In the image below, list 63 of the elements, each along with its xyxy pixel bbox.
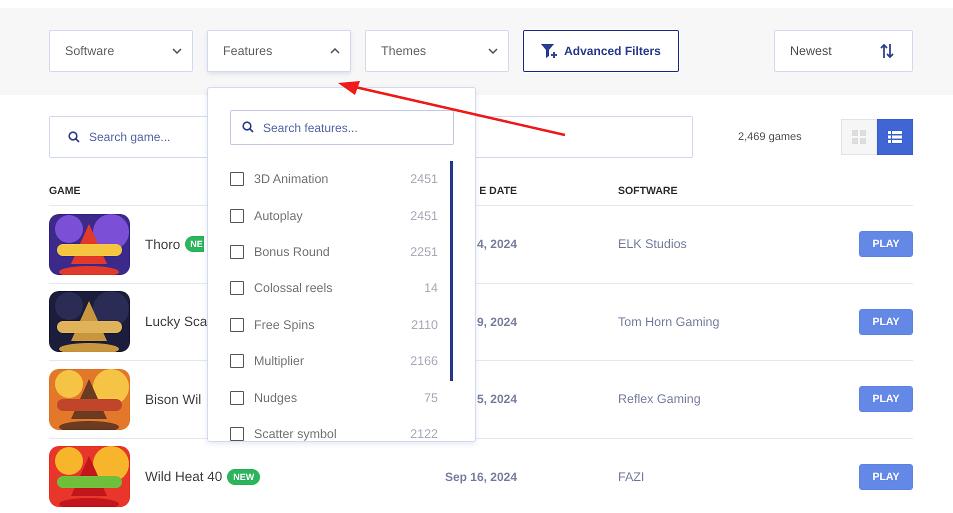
release-date: 5, 2024 — [476, 392, 517, 406]
feature-label: Colossal reels — [254, 281, 334, 296]
feature-count: 2122 — [410, 426, 438, 441]
feature-count: 2451 — [410, 172, 438, 186]
chevron-icon — [172, 48, 182, 54]
checkbox[interactable] — [230, 354, 244, 368]
list-icon — [888, 131, 902, 143]
feature-label: 3D Animation — [254, 172, 330, 186]
release-date: 4, 2024 — [476, 237, 517, 252]
feature-count: 2166 — [410, 354, 438, 368]
release-date: 9, 2024 — [476, 314, 517, 329]
feature-label: Nudges — [254, 390, 298, 405]
column-header: GAME — [49, 184, 82, 196]
column-header: SOFTWARE — [618, 184, 678, 196]
checkbox[interactable] — [230, 318, 244, 332]
checkbox[interactable] — [230, 390, 244, 405]
software-name: ELK Studios — [618, 237, 688, 252]
search-icon — [68, 131, 80, 143]
game-name[interactable]: Wild Heat 40 — [145, 469, 222, 484]
checkbox[interactable] — [230, 172, 244, 186]
play-button[interactable]: PLAY — [859, 464, 913, 490]
chevron-icon — [488, 48, 498, 54]
game-count: 2,469 games — [738, 131, 802, 143]
game-name[interactable]: Bison Wil — [145, 392, 202, 407]
filter-dropdown[interactable]: Features — [207, 30, 351, 72]
feature-count: 2251 — [410, 244, 438, 259]
filter-icon — [541, 44, 558, 58]
list-view-button[interactable] — [877, 119, 913, 155]
new-badge: NEW — [227, 468, 260, 485]
software-name: FAZI — [618, 470, 646, 484]
feature-label: Free Spins — [254, 318, 316, 332]
sort-dropdown[interactable]: Newest — [774, 30, 913, 72]
chevron-icon — [330, 48, 340, 54]
feature-label: Bonus Round — [254, 244, 331, 259]
checkbox[interactable] — [230, 208, 244, 223]
game-name[interactable]: Lucky Sca — [145, 314, 208, 330]
feature-count: 14 — [424, 281, 438, 296]
new-badge: NE — [185, 236, 204, 252]
checkbox[interactable] — [230, 426, 244, 441]
search-icon — [242, 121, 254, 133]
checkbox[interactable] — [230, 281, 244, 296]
feature-count: 2451 — [410, 208, 438, 223]
feature-label: Scatter symbol — [254, 426, 338, 441]
game-name[interactable]: Thoro — [145, 236, 180, 252]
feature-count: 75 — [424, 390, 438, 405]
feature-count: 2110 — [411, 318, 438, 332]
grid-icon — [852, 130, 866, 144]
play-button[interactable]: PLAY — [859, 308, 913, 335]
feature-label: Multiplier — [254, 354, 306, 368]
advanced-filters-button[interactable]: Advanced Filters — [523, 30, 679, 72]
play-button[interactable]: PLAY — [859, 231, 913, 258]
scrollbar[interactable] — [450, 161, 453, 381]
filter-dropdown[interactable]: Software — [49, 30, 193, 72]
sort-icon — [880, 43, 894, 59]
play-button[interactable]: PLAY — [859, 386, 913, 412]
filter-dropdown[interactable]: Themes — [365, 30, 509, 72]
software-name: Reflex Gaming — [618, 392, 702, 406]
release-date: Sep 16, 2024 — [444, 470, 517, 484]
software-name: Tom Horn Gaming — [618, 314, 720, 329]
column-header: E DATE — [478, 184, 517, 196]
feature-label: Autoplay — [254, 208, 304, 223]
search-field[interactable]: Search features... — [230, 110, 454, 145]
checkbox[interactable] — [230, 244, 244, 259]
